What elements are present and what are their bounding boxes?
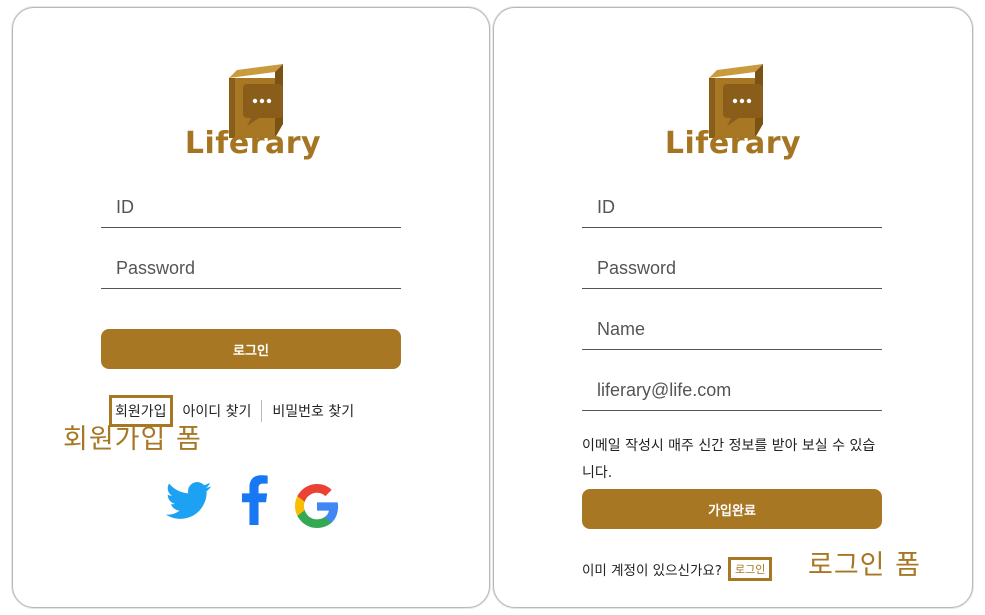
facebook-icon[interactable] xyxy=(239,475,269,529)
twitter-icon[interactable] xyxy=(166,481,212,525)
login-link[interactable]: 로그인 xyxy=(727,557,773,581)
signup-name-input[interactable] xyxy=(582,310,882,349)
signup-form-annotation: 회원가입 폼 xyxy=(63,424,202,455)
brand-name: Liferary xyxy=(184,126,322,161)
signup-submit-button[interactable]: 가입완료 xyxy=(582,489,882,529)
email-info-text: 이메일 작성시 매주 신간 정보를 받아 보실 수 있습니다. xyxy=(582,438,876,481)
signup-id-field[interactable] xyxy=(582,188,882,228)
login-id-field[interactable] xyxy=(101,188,401,228)
login-password-field[interactable] xyxy=(101,249,401,289)
signup-email-input[interactable] xyxy=(582,371,882,410)
signup-password-input[interactable] xyxy=(582,249,882,288)
google-icon[interactable] xyxy=(295,484,339,532)
existing-account-row: 이미 계정이 있으신가요? 로그인 xyxy=(582,557,773,581)
login-card: Liferary 로그인 회원가입 아이디 찾기 비밀번호 찾기 회원가입 폼 xyxy=(12,7,490,608)
signup-email-field[interactable] xyxy=(582,371,882,411)
login-button[interactable]: 로그인 xyxy=(101,329,401,369)
find-password-link[interactable]: 비밀번호 찾기 xyxy=(262,401,364,421)
login-form-annotation: 로그인 폼 xyxy=(808,550,921,581)
existing-account-prompt: 이미 계정이 있으신가요? xyxy=(582,563,722,579)
login-password-input[interactable] xyxy=(101,249,401,288)
brand-name: Liferary xyxy=(664,126,802,161)
signup-name-field[interactable] xyxy=(582,310,882,350)
login-id-input[interactable] xyxy=(101,188,401,227)
signup-id-input[interactable] xyxy=(582,188,882,227)
signup-password-field[interactable] xyxy=(582,249,882,289)
signup-card: Liferary 이메일 작성시 매주 신간 정보를 받아 보실 수 있습니다.… xyxy=(493,7,973,608)
